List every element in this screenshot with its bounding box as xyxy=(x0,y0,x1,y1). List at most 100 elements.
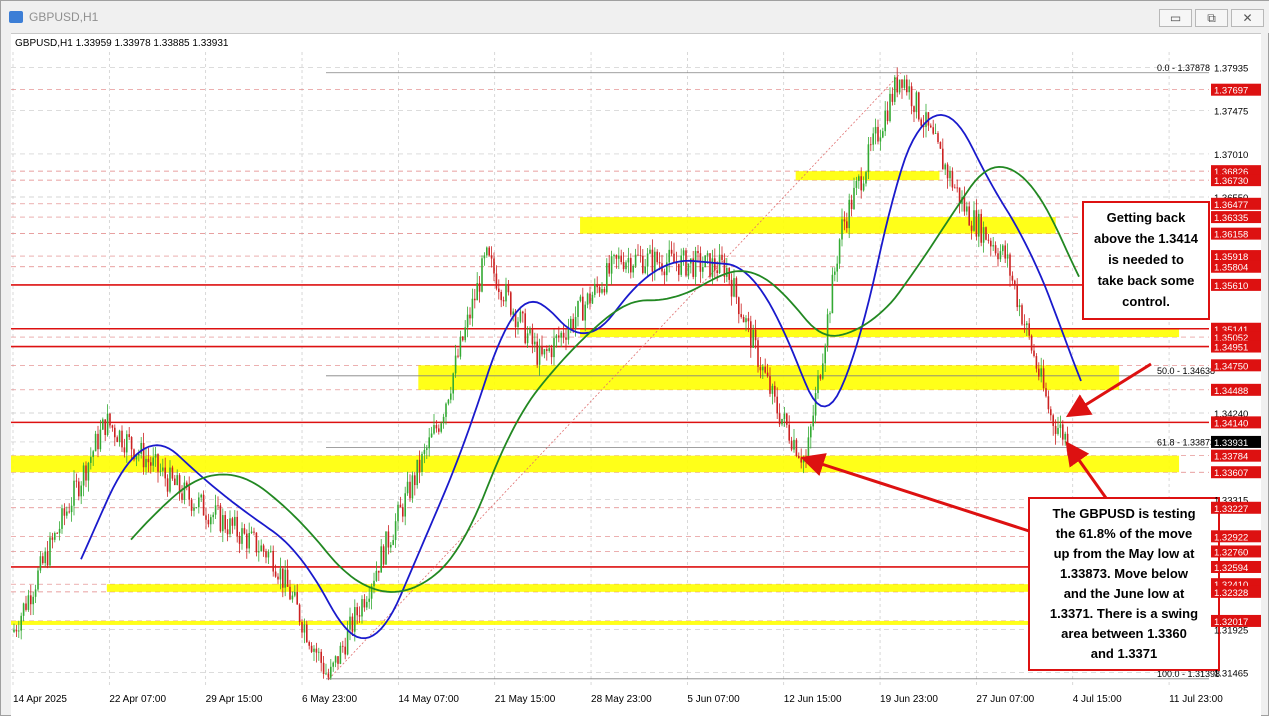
candle-body xyxy=(442,416,445,424)
price-chart[interactable]: 0.0 - 1.37878 50.0 - 1.34638 61.8 - 1.3387… xyxy=(11,34,1261,718)
candle-body xyxy=(344,646,346,655)
candle-body xyxy=(502,300,505,302)
candle-body xyxy=(320,651,322,663)
candle-body xyxy=(279,568,282,580)
candle-body xyxy=(30,595,32,605)
candle-body xyxy=(913,106,915,113)
candle-body xyxy=(342,645,344,647)
candle-body xyxy=(632,265,634,273)
time-tick-label: 14 Apr 2025 xyxy=(13,694,67,705)
candle-body xyxy=(747,318,750,322)
window-titlebar[interactable]: GBPUSD,H1 ▭ ⧉ ✕ xyxy=(1,1,1269,33)
time-tick-label: 4 Jul 15:00 xyxy=(1073,694,1122,705)
candle-body xyxy=(783,413,786,419)
candle-body xyxy=(44,551,46,564)
price-tick-label: 1.37935 xyxy=(1214,63,1248,74)
callout-resistance-line: is needed to xyxy=(1108,252,1184,267)
candle-body xyxy=(944,164,946,170)
candle-body xyxy=(678,263,680,275)
candle-body xyxy=(608,263,610,274)
restore-button[interactable]: ⧉ xyxy=(1195,9,1228,27)
price-tick-label: 1.37475 xyxy=(1214,106,1248,117)
candle-body xyxy=(997,253,999,260)
candle-body xyxy=(20,615,22,631)
candle-body xyxy=(908,86,910,93)
close-button[interactable]: ✕ xyxy=(1231,9,1264,27)
candle-body xyxy=(313,648,315,652)
candle-body xyxy=(711,258,714,277)
candle-body xyxy=(459,336,462,357)
candle-body xyxy=(361,599,363,617)
candle-body xyxy=(42,556,44,564)
candle-body xyxy=(346,629,349,655)
candle-body xyxy=(229,518,231,535)
price-tick-label: 1.33931 xyxy=(1214,438,1248,449)
candle-body xyxy=(942,148,944,170)
candle-body xyxy=(982,227,985,243)
time-tick-label: 29 Apr 15:00 xyxy=(206,694,263,705)
candle-body xyxy=(214,505,217,515)
candle-body xyxy=(68,511,70,513)
candle-body xyxy=(807,437,810,461)
candle-body xyxy=(145,458,147,468)
candle-body xyxy=(728,268,730,280)
candle-body xyxy=(183,482,186,500)
candle-body xyxy=(219,505,222,532)
candle-body xyxy=(584,304,586,321)
candle-body xyxy=(795,439,798,456)
candle-body xyxy=(438,428,440,432)
candle-body xyxy=(433,425,435,434)
candle-body xyxy=(1033,350,1035,357)
candle-body xyxy=(73,480,75,506)
candle-body xyxy=(274,571,277,577)
candle-body xyxy=(577,300,579,317)
candle-body xyxy=(99,429,102,450)
callout-fib-test-line: area between 1.3360 xyxy=(1061,626,1187,641)
candle-body xyxy=(22,603,25,616)
candle-body xyxy=(421,453,423,473)
candle-body xyxy=(222,515,224,532)
candle-body xyxy=(200,494,202,498)
candle-body xyxy=(325,673,327,675)
candle-body xyxy=(937,133,939,143)
candle-body xyxy=(1028,323,1030,336)
candle-body xyxy=(426,448,428,450)
price-tick-label: 1.35804 xyxy=(1214,263,1248,274)
candle-body xyxy=(411,475,414,499)
callout-fib-test-line: and 1.3371 xyxy=(1091,646,1158,661)
candle-body xyxy=(1016,285,1018,308)
candle-body xyxy=(90,457,92,463)
candle-body xyxy=(510,292,512,315)
candle-body xyxy=(500,291,502,301)
candle-body xyxy=(687,263,690,276)
candle-body xyxy=(159,470,162,472)
candle-body xyxy=(963,197,966,212)
candle-body xyxy=(394,521,397,541)
price-tick-label: 1.32328 xyxy=(1214,588,1248,599)
candle-body xyxy=(486,247,488,256)
candle-body xyxy=(495,273,498,289)
candle-body xyxy=(253,531,255,533)
minimize-button[interactable]: ▭ xyxy=(1159,9,1192,27)
candle-body xyxy=(838,239,841,264)
candle-body xyxy=(306,624,308,643)
candle-body xyxy=(843,219,846,222)
candle-body xyxy=(1014,280,1016,286)
candle-body xyxy=(1021,305,1023,325)
candle-body xyxy=(121,430,123,448)
candle-body xyxy=(106,413,109,435)
candle-body xyxy=(272,550,274,572)
candle-body xyxy=(682,250,685,256)
chart-area[interactable]: 0.0 - 1.37878 50.0 - 1.34638 61.8 - 1.3387… xyxy=(11,33,1261,717)
candle-body xyxy=(382,546,385,565)
candle-body xyxy=(409,481,411,499)
candle-body xyxy=(579,296,582,301)
candle-body xyxy=(858,176,860,181)
candle-body xyxy=(841,219,843,240)
candle-body xyxy=(536,341,538,365)
candle-body xyxy=(646,253,649,267)
price-tick-label: 1.34488 xyxy=(1214,386,1248,397)
candle-body xyxy=(555,335,558,339)
candle-body xyxy=(985,227,987,240)
candle-body xyxy=(630,258,632,273)
